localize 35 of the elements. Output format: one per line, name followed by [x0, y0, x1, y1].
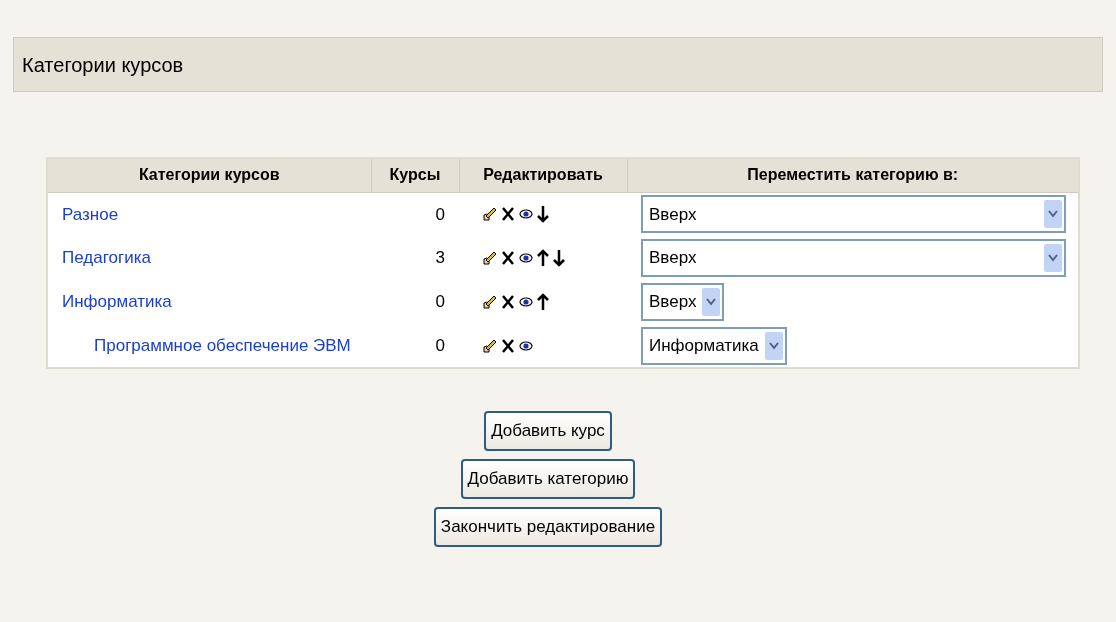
pencil-hand-icon[interactable]	[481, 250, 497, 266]
move-to-select[interactable]: Вверх	[641, 283, 725, 321]
delete-icon[interactable]	[501, 337, 515, 354]
move-to-select[interactable]: Вверх	[641, 239, 1066, 277]
column-header: Редактировать	[459, 158, 627, 192]
down-arrow-icon[interactable]	[553, 249, 565, 267]
category-link[interactable]: Информатика	[62, 292, 172, 312]
eye-icon[interactable]	[519, 295, 533, 309]
category-link[interactable]: Программное обеспечение ЭВМ	[94, 335, 351, 355]
action-button[interactable]: Закончить редактирование	[433, 507, 663, 547]
course-count: 0	[435, 204, 445, 224]
column-header: Курсы	[371, 158, 459, 192]
delete-icon[interactable]	[501, 250, 515, 266]
course-count: 0	[435, 292, 445, 312]
category-link[interactable]: Разное	[62, 204, 119, 224]
delete-icon[interactable]	[501, 294, 515, 310]
eye-icon[interactable]	[519, 251, 533, 265]
eye-icon[interactable]	[519, 207, 533, 222]
action-button[interactable]: Добавить курс	[484, 411, 612, 451]
category-link[interactable]: Педагогика	[62, 248, 151, 268]
column-header: Категории курсов	[47, 158, 371, 192]
pencil-hand-icon[interactable]	[481, 294, 497, 310]
course-count: 0	[435, 335, 445, 355]
pencil-hand-icon[interactable]	[481, 206, 497, 223]
up-arrow-icon[interactable]	[537, 293, 549, 311]
delete-icon[interactable]	[501, 206, 515, 223]
up-arrow-icon[interactable]	[537, 249, 549, 267]
action-button[interactable]: Добавить категорию	[460, 459, 636, 499]
pencil-hand-icon[interactable]	[481, 337, 497, 354]
down-arrow-icon[interactable]	[537, 205, 549, 224]
course-count: 3	[435, 248, 445, 268]
move-to-select[interactable]: Информатика	[641, 326, 787, 365]
move-to-select[interactable]: Вверх	[641, 195, 1066, 234]
eye-icon[interactable]	[519, 338, 533, 353]
page-title: Категории курсов	[22, 52, 184, 78]
